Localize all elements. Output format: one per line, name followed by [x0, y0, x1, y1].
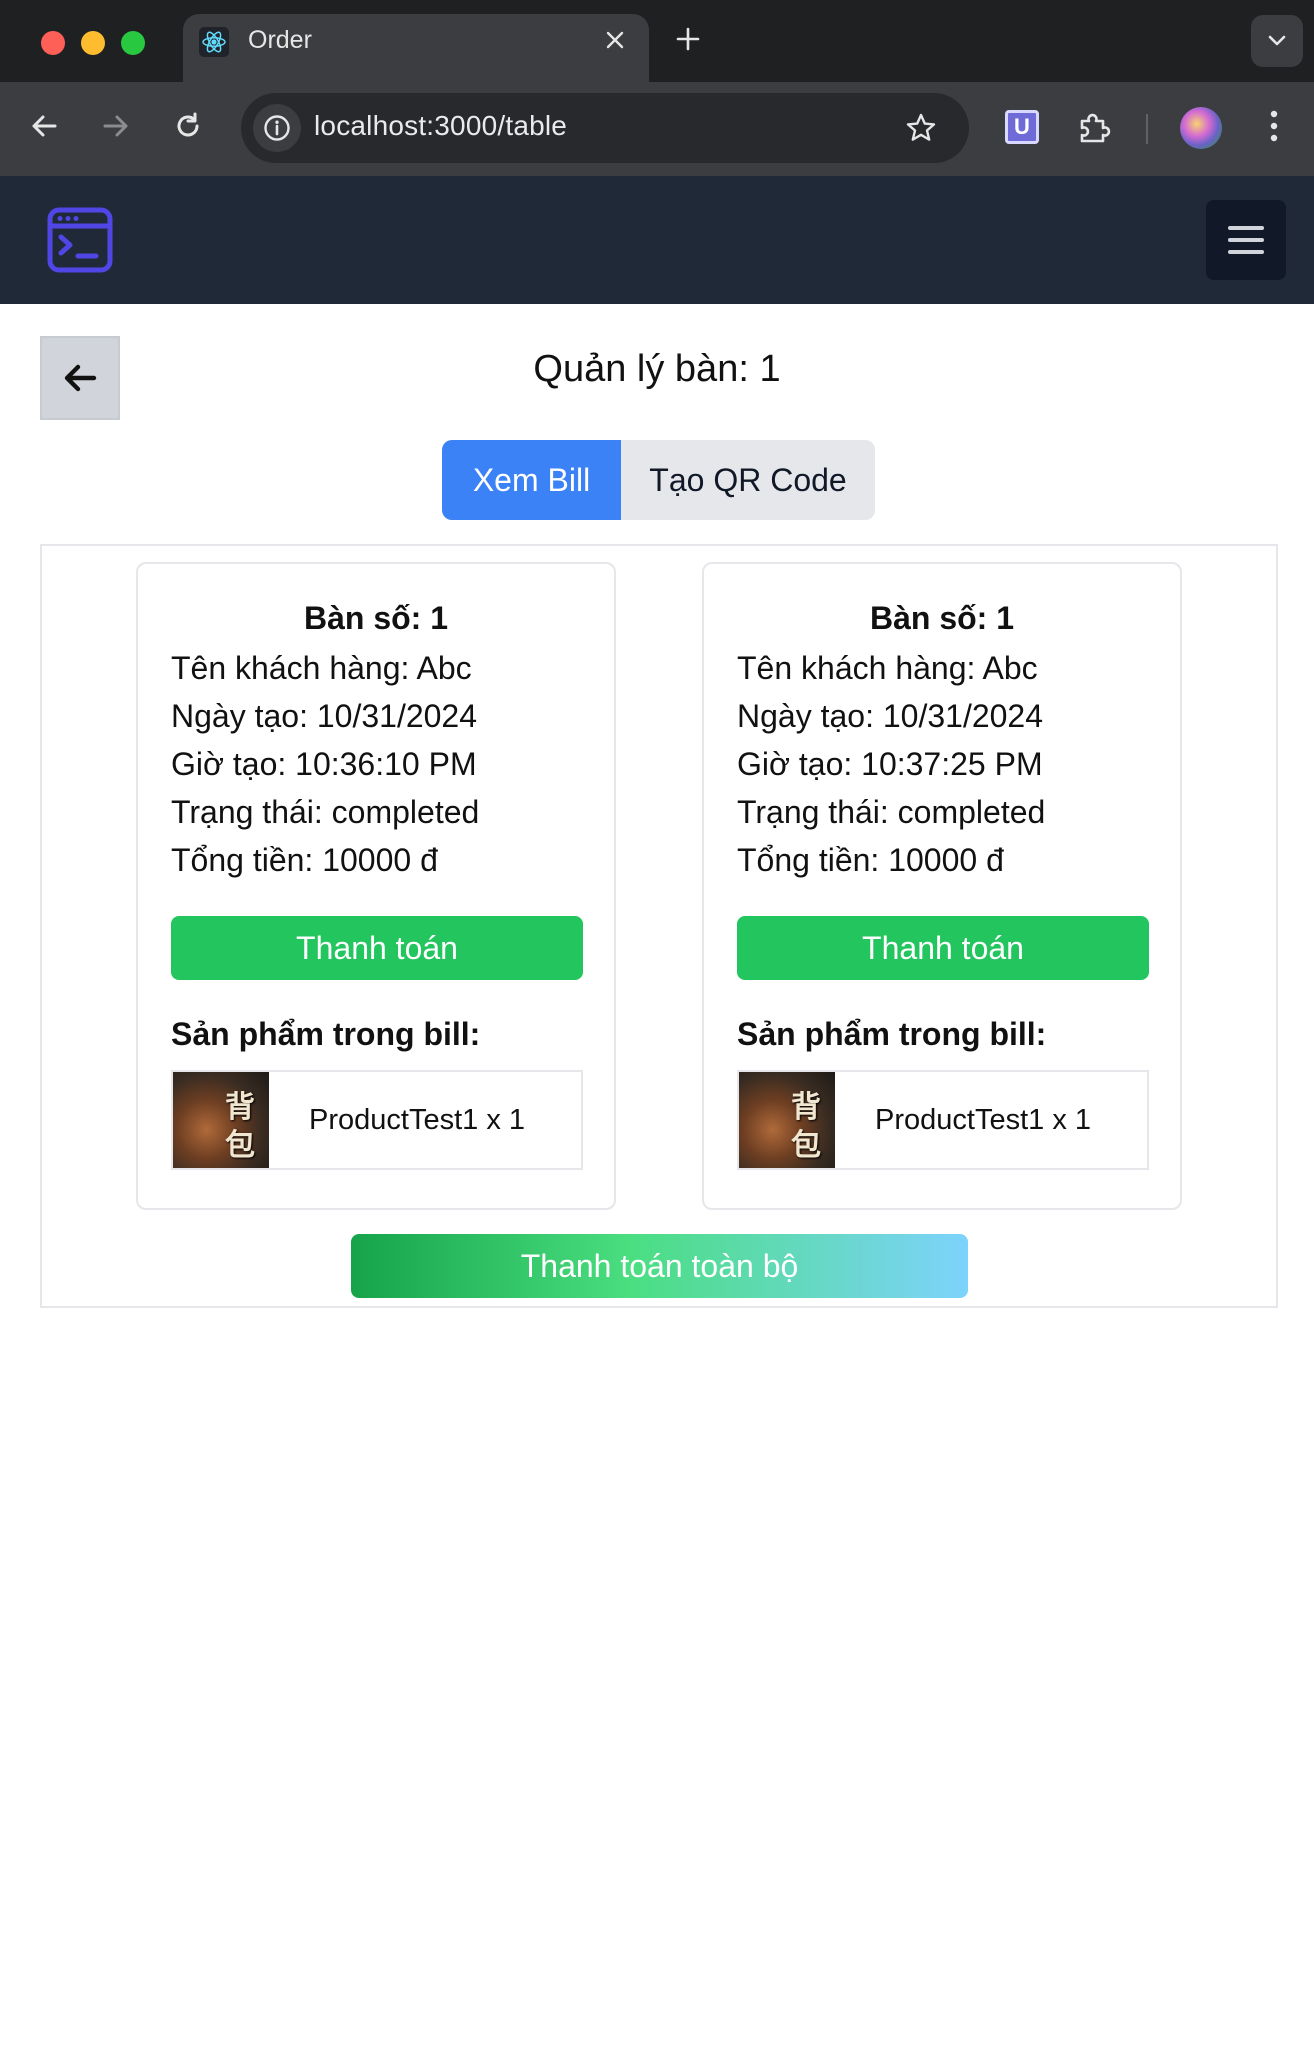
bill-products-heading: Sản phẩm trong bill: [171, 1016, 481, 1052]
hamburger-menu-icon[interactable] [1206, 200, 1286, 280]
bill-total: Tổng tiền: 10000 đ [171, 842, 438, 878]
app-navbar [0, 176, 1314, 304]
maximize-window-button[interactable] [121, 31, 145, 55]
product-thumbnail: 背 包 [173, 1072, 269, 1168]
back-nav-icon[interactable] [24, 106, 64, 146]
tab-create-qr[interactable]: Tạo QR Code [621, 440, 875, 520]
bill-created-time: Giờ tạo: 10:36:10 PM [171, 746, 477, 782]
close-tab-icon[interactable] [601, 26, 629, 54]
bill-products-heading: Sản phẩm trong bill: [737, 1016, 1047, 1052]
view-tabs: Xem Bill Tạo QR Code [442, 440, 875, 520]
product-name: ProductTest1 x 1 [875, 1104, 1091, 1136]
new-tab-icon[interactable] [673, 24, 703, 54]
browser-tab-active[interactable]: Order [183, 14, 649, 82]
bill-status: Trạng thái: completed [737, 794, 1046, 830]
product-name: ProductTest1 x 1 [309, 1104, 525, 1136]
reload-icon[interactable] [168, 106, 208, 146]
react-icon [199, 27, 229, 57]
bill-product-item: 背 包 ProductTest1 x 1 [737, 1070, 1149, 1170]
browser-menu-icon[interactable] [1254, 106, 1294, 146]
browser-tab-strip: Order [0, 0, 1314, 82]
browser-toolbar: localhost:3000/table U [0, 82, 1314, 176]
tab-title: Order [248, 26, 312, 54]
bill-created-date: Ngày tạo: 10/31/2024 [737, 698, 1044, 734]
profile-avatar[interactable] [1180, 107, 1222, 149]
tab-view-bill[interactable]: Xem Bill [442, 440, 621, 520]
bill-status: Trạng thái: completed [171, 794, 480, 830]
close-window-button[interactable] [41, 31, 65, 55]
pay-bill-button[interactable]: Thanh toán [737, 916, 1149, 980]
thumb-char: 包 [791, 1128, 821, 1163]
bill-created-date: Ngày tạo: 10/31/2024 [171, 698, 478, 734]
extensions-puzzle-icon[interactable] [1073, 106, 1115, 148]
bill-product-item: 背 包 ProductTest1 x 1 [171, 1070, 583, 1170]
forward-nav-icon[interactable] [96, 106, 136, 146]
bill-customer-name: Tên khách hàng: Abc [171, 650, 472, 686]
bill-card: Bàn số: 1 Tên khách hàng: Abc Ngày tạo: … [136, 562, 616, 1210]
bill-table-number: Bàn số: 1 [869, 600, 1015, 636]
bill-total: Tổng tiền: 10000 đ [737, 842, 1004, 878]
address-bar[interactable]: localhost:3000/table [241, 93, 969, 163]
bill-created-time: Giờ tạo: 10:37:25 PM [737, 746, 1043, 782]
site-info-icon[interactable] [253, 104, 301, 152]
page-title: Quản lý bàn: 1 [533, 348, 781, 390]
minimize-window-button[interactable] [81, 31, 105, 55]
toolbar-divider [1146, 114, 1148, 144]
bookmark-star-icon[interactable] [901, 108, 941, 148]
url-text[interactable]: localhost:3000/table [314, 110, 567, 142]
pay-bill-button[interactable]: Thanh toán [171, 916, 583, 980]
bill-table-number: Bàn số: 1 [303, 600, 449, 636]
tab-search-icon[interactable] [1251, 15, 1303, 67]
bill-customer-name: Tên khách hàng: Abc [737, 650, 1038, 686]
terminal-window-icon[interactable] [46, 206, 114, 274]
extension-u-icon[interactable]: U [1005, 110, 1039, 144]
product-thumbnail: 背 包 [739, 1072, 835, 1168]
thumb-char: 包 [225, 1128, 255, 1163]
bill-card: Bàn số: 1 Tên khách hàng: Abc Ngày tạo: … [702, 562, 1182, 1210]
pay-all-button[interactable]: Thanh toán toàn bộ [351, 1234, 968, 1298]
